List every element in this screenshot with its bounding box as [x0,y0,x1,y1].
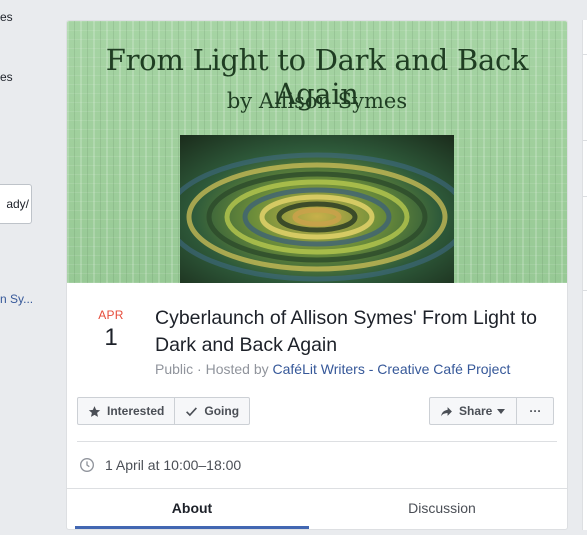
share-button[interactable]: Share [430,398,516,424]
event-title[interactable]: Cyberlaunch of Allison Symes' From Light… [155,305,545,359]
hosted-by-prefix: · Hosted by [197,361,269,377]
cover-ripple-image [180,135,454,283]
tab-discussion[interactable]: Discussion [325,489,559,529]
star-icon [88,405,101,417]
event-card: From Light to Dark and Back Again by All… [66,20,568,530]
event-privacy: Public [155,361,194,377]
caret-down-icon [497,409,506,414]
event-datetime[interactable]: 1 April at 10:00–18:00 [105,457,241,473]
left-sidebar-item-fragment[interactable]: es [0,10,13,24]
share-arrow-icon [441,406,452,416]
tab-about[interactable]: About [75,489,309,529]
left-sidebar-link-fragment[interactable]: n Sy... [0,292,33,306]
interested-button[interactable]: Interested [78,398,174,424]
clock-icon [80,458,94,472]
right-sidebar-divider [583,54,587,55]
cover-subtitle-text: by Allison Symes [226,89,408,113]
right-sidebar-divider [583,140,587,141]
right-sidebar-divider [583,290,587,291]
right-sidebar-divider [583,196,587,197]
left-sidebar-item-fragment[interactable]: es [0,70,13,84]
event-date-day: 1 [104,324,118,351]
share-label: Share [459,404,493,418]
event-tabs: About Discussion [67,489,567,529]
rsvp-button-group: Interested Going [77,397,251,425]
event-cover-photo[interactable]: From Light to Dark and Back Again by All… [67,21,567,283]
event-meta-line: Public · Hosted by CaféLit Writers - Cre… [155,361,510,377]
event-host-link[interactable]: CaféLit Writers - Creative Café Project [273,361,511,377]
share-button-group: Share ··· [429,397,555,425]
more-options-button[interactable]: ··· [516,398,553,424]
left-sidebar-input-fragment[interactable]: ady/ [0,184,32,224]
going-label: Going [204,404,240,418]
going-button[interactable]: Going [174,398,249,424]
right-sidebar-panel [582,20,587,530]
section-divider [77,441,557,442]
event-date-month: APR [98,308,124,322]
checkmark-icon [186,406,198,416]
event-time-row: 1 April at 10:00–18:00 [79,456,241,474]
interested-label: Interested [107,404,165,418]
